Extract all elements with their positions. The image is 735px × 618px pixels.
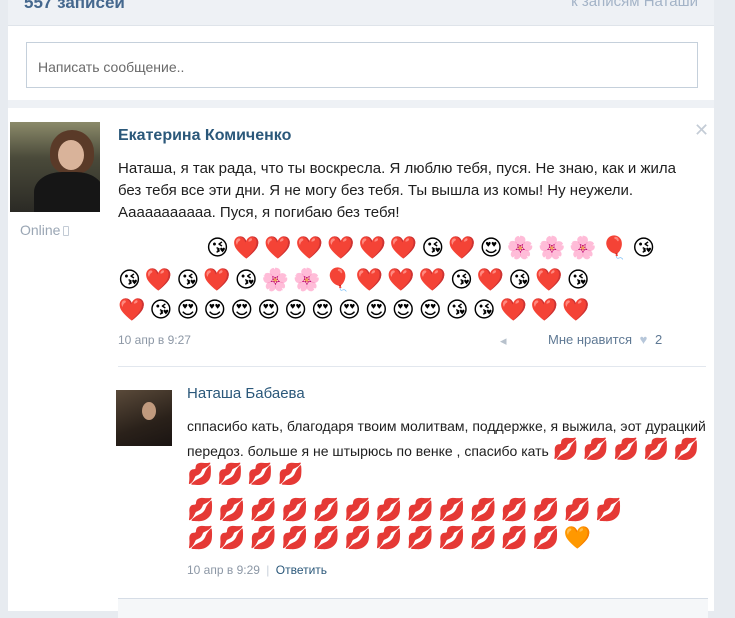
reply-meta: 10 апр в 9:29 | Ответить (187, 563, 327, 577)
close-icon[interactable]: ✕ (694, 120, 709, 141)
meta-separator: | (266, 563, 270, 577)
reply-avatar[interactable] (116, 390, 172, 446)
comment-input[interactable] (118, 598, 708, 618)
online-status: Online (20, 222, 70, 238)
reply-author[interactable]: Наташа Бабаева (187, 385, 305, 402)
reply-link[interactable]: Ответить (276, 563, 327, 577)
like-label: Мне нравится (548, 332, 633, 347)
reply-emoji-line-2: 💋💋💋💋💋💋💋💋💋💋💋💋🧡 (187, 525, 596, 550)
like-count: 2 (654, 332, 663, 347)
section-divider (8, 100, 714, 108)
avatar-body (34, 172, 100, 212)
reply-divider (118, 366, 706, 367)
avatar-face (142, 402, 156, 420)
avatar[interactable] (10, 122, 100, 212)
heart-icon: ♥ (639, 332, 648, 347)
post-date[interactable]: 10 апр в 9:27 (118, 333, 191, 347)
avatar-face (58, 140, 84, 170)
post-text: Наташа, я так рада, что ты воскресла. Я … (118, 160, 676, 221)
post-author[interactable]: Екатерина Комиченко (118, 127, 291, 145)
reply-date[interactable]: 10 апр в 9:29 (187, 563, 260, 577)
phone-icon (63, 226, 70, 236)
reply-text: сппасибо кать, благодаря твоим молитвам,… (187, 414, 717, 488)
message-input[interactable]: Написать сообщение.. (26, 42, 698, 88)
post-emoji-line-1: 😘❤️❤️❤️❤️❤️❤️😘❤️😍🌸🌸🌸🎈😘 (206, 235, 660, 260)
post-emoji-line-3: ❤️😘😍😍😍😍😍😍😍😍😍😍😘😘❤️❤️❤️ (118, 297, 594, 322)
share-icon[interactable]: ◂ (500, 333, 507, 349)
records-count: 557 записей (24, 0, 125, 12)
like-button[interactable]: Мне нравится ♥ 2 (548, 332, 662, 347)
online-label: Online (20, 222, 61, 238)
wall-header: 557 записей к записям Наташи (8, 0, 714, 26)
to-notes-link[interactable]: к записям Наташи (571, 0, 698, 10)
reply-emoji-line-1: 💋💋💋💋💋💋💋💋💋💋💋💋💋💋 (187, 497, 627, 522)
post-emoji-line-2: 😘❤️😘❤️😘🌸🌸🎈❤️❤️❤️😘❤️😘❤️😘 (118, 267, 594, 292)
